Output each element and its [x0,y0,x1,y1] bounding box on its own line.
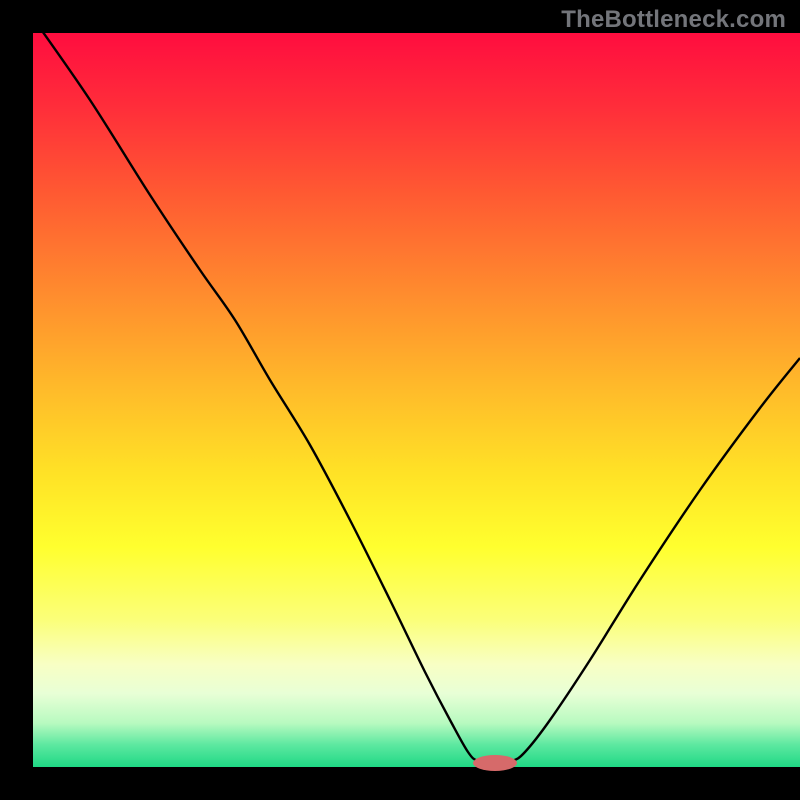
optimal-marker [473,755,517,771]
chart-frame: { "watermark": "TheBottleneck.com", "plo… [0,0,800,800]
watermark: TheBottleneck.com [561,6,786,34]
bottleneck-chart [0,0,800,800]
